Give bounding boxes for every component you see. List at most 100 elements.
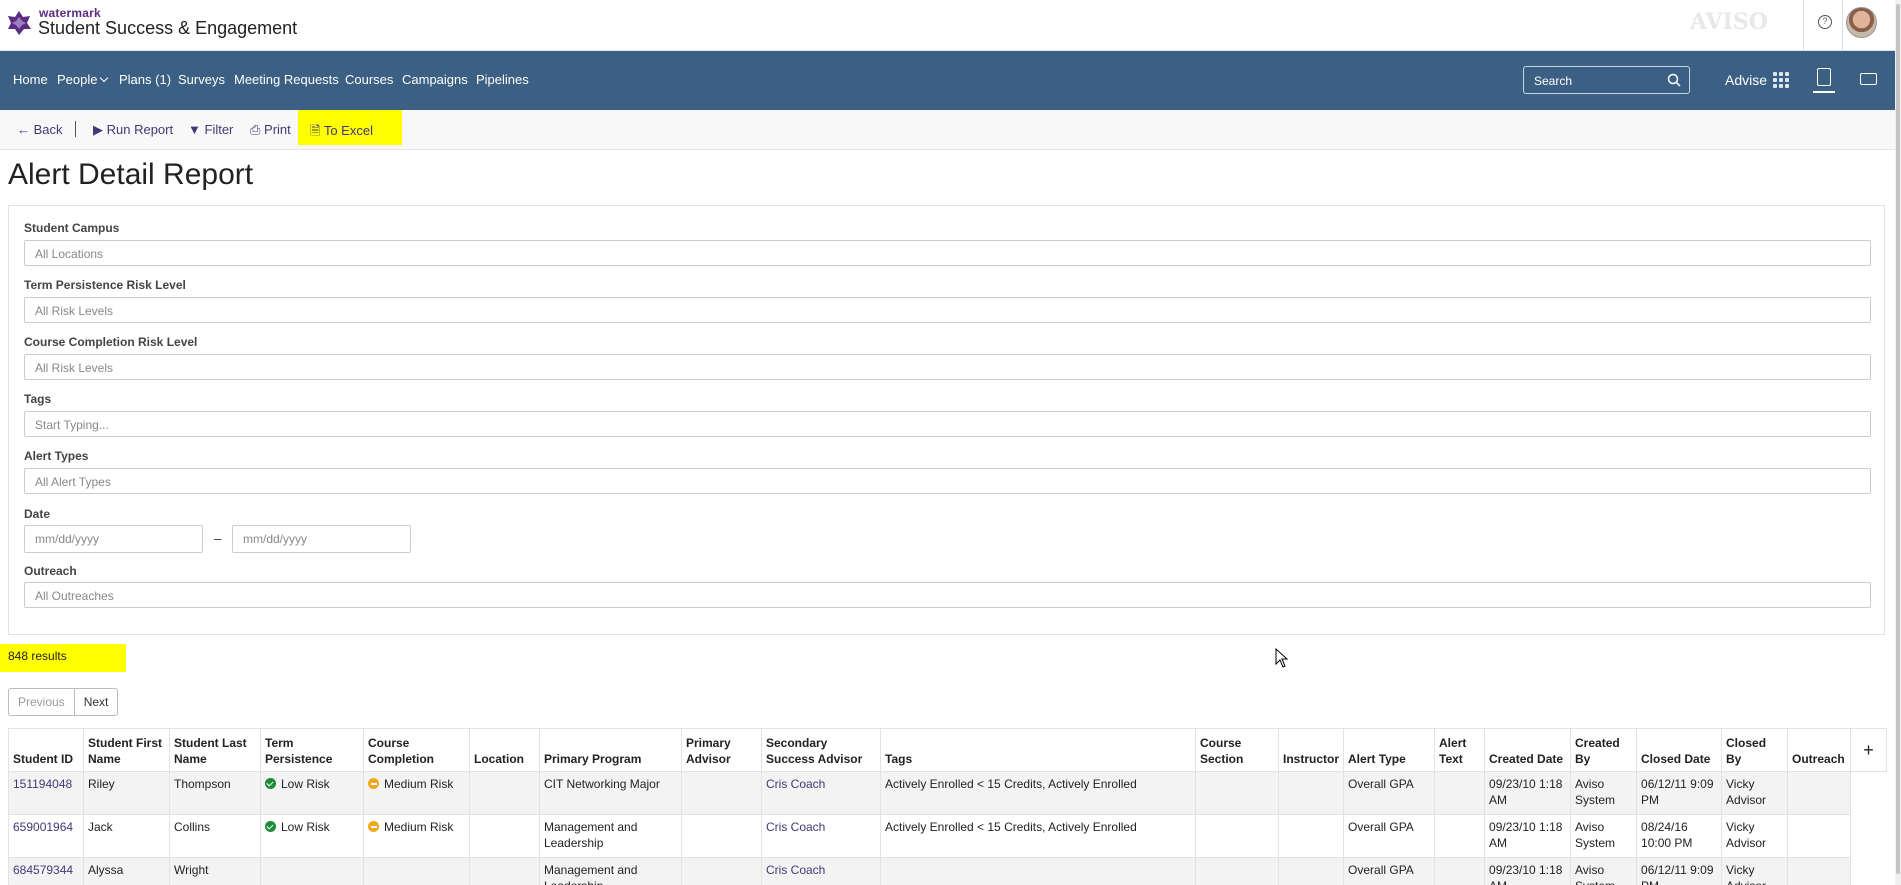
help-icon[interactable]: ? [1818, 15, 1832, 29]
add-column-button[interactable]: + [1850, 728, 1888, 772]
table-row: 684579344 Alyssa Wright Management and L… [8, 857, 1887, 885]
nav-plans[interactable]: Plans (1) [119, 72, 171, 87]
col-secondary-advisor[interactable]: Secondary Success Advisor [761, 728, 881, 772]
outreach-label: Outreach [24, 564, 77, 578]
course-risk-label: Course Completion Risk Level [24, 335, 198, 349]
avatar[interactable] [1846, 7, 1877, 38]
cell-course-section [1195, 814, 1279, 858]
col-first-name[interactable]: Student First Name [83, 728, 170, 772]
col-primary-program[interactable]: Primary Program [539, 728, 682, 772]
active-indicator [1813, 91, 1835, 93]
pagination: Previous Next [8, 688, 119, 716]
col-outreach[interactable]: Outreach [1787, 728, 1852, 772]
nav-pipelines[interactable]: Pipelines [476, 72, 529, 87]
filter-icon: ▼ [188, 122, 201, 137]
page-title: Alert Detail Report [8, 158, 254, 191]
secondary-advisor-link[interactable]: Cris Coach [761, 814, 881, 858]
cell-alert-text [1434, 814, 1486, 858]
cell-course-completion [363, 857, 470, 885]
report-icon[interactable] [1817, 68, 1831, 86]
cell-location [469, 857, 540, 885]
alert-types-placeholder: All Alert Types [35, 475, 111, 489]
back-button[interactable]: ← Back [17, 122, 63, 137]
previous-button[interactable]: Previous [8, 688, 75, 716]
table-row: 151194048 Riley Thompson Low Risk Medium… [8, 771, 1887, 815]
col-primary-advisor[interactable]: Primary Advisor [681, 728, 762, 772]
col-alert-type[interactable]: Alert Type [1343, 728, 1436, 772]
col-term-persistence[interactable]: Term Persistence [260, 728, 364, 772]
arrow-left-icon: ← [17, 122, 30, 137]
col-closed-by[interactable]: Closed By [1721, 728, 1789, 772]
secondary-advisor-link[interactable]: Cris Coach [761, 771, 881, 815]
cell-closed-date: 06/12/11 9:09 PM [1636, 857, 1723, 885]
tags-input[interactable]: Start Typing... [24, 411, 1871, 437]
outreach-select[interactable]: All Outreaches [24, 582, 1871, 608]
student-id-link[interactable]: 684579344 [8, 857, 84, 885]
date-to-input[interactable]: mm/dd/yyyy [232, 525, 411, 553]
cell-created-date: 09/23/10 1:18 AM [1484, 771, 1572, 815]
cell-instructor [1277, 857, 1345, 885]
nav-meeting-requests[interactable]: Meeting Requests [234, 72, 339, 87]
col-location[interactable]: Location [469, 728, 540, 772]
student-id-link[interactable]: 151194048 [8, 771, 84, 815]
col-alert-text[interactable]: Alert Text [1434, 728, 1486, 772]
cell-instructor [1277, 814, 1345, 858]
col-created-date[interactable]: Created Date [1484, 728, 1572, 772]
next-button[interactable]: Next [74, 688, 119, 716]
cell-tags: Actively Enrolled < 15 Credits, Actively… [880, 814, 1196, 858]
print-button[interactable]: ⎙ Print [250, 122, 291, 138]
course-risk-select[interactable]: All Risk Levels [24, 354, 1871, 380]
cell-primary-program: Management and Leadership [539, 857, 682, 885]
cell-created-by: Aviso System [1570, 857, 1638, 885]
cell-term-persistence [260, 857, 364, 885]
cell-term-persistence: Low Risk [260, 814, 364, 858]
student-campus-select[interactable]: All Locations [24, 240, 1871, 266]
advise-label[interactable]: Advise [1725, 72, 1767, 88]
search-label: Search [1534, 74, 1573, 88]
scrollbar-thumb[interactable] [1896, 4, 1900, 874]
cell-closed-date: 08/24/16 10:00 PM [1636, 814, 1723, 858]
divider [1803, 0, 1804, 51]
nav-courses[interactable]: Courses [345, 72, 393, 87]
print-icon: ⎙ [250, 122, 261, 137]
search-icon[interactable] [1667, 73, 1681, 87]
nav-people[interactable]: People [57, 72, 109, 87]
cell-instructor [1277, 771, 1345, 815]
run-report-button[interactable]: ▶ Run Report [93, 122, 173, 138]
col-last-name[interactable]: Student Last Name [169, 728, 261, 772]
course-risk-placeholder: All Risk Levels [35, 361, 114, 375]
col-course-completion[interactable]: Course Completion [363, 728, 470, 772]
col-course-section[interactable]: Course Section [1195, 728, 1279, 772]
medium-risk-icon [368, 778, 379, 789]
nav-campaigns[interactable]: Campaigns [402, 72, 468, 87]
app-grid-icon[interactable] [1773, 72, 1789, 88]
cell-created-by: Aviso System [1570, 814, 1638, 858]
nav-surveys[interactable]: Surveys [178, 72, 225, 87]
cell-first-name: Riley [83, 771, 170, 815]
alert-types-select[interactable]: All Alert Types [24, 468, 1871, 494]
to-excel-button[interactable]: 🗎 To Excel [310, 122, 373, 144]
col-tags[interactable]: Tags [880, 728, 1196, 772]
col-created-by[interactable]: Created By [1570, 728, 1638, 772]
filter-button[interactable]: ▼ Filter [188, 122, 233, 137]
brand-title[interactable]: Student Success & Engagement [38, 18, 297, 39]
col-closed-date[interactable]: Closed Date [1636, 728, 1723, 772]
nav-home[interactable]: Home [13, 72, 48, 87]
report-table: Student ID Student First Name Student La… [8, 728, 1888, 885]
term-risk-placeholder: All Risk Levels [35, 304, 114, 318]
alert-types-label: Alert Types [24, 449, 89, 463]
search-input[interactable]: Search [1523, 66, 1690, 94]
cell-location [469, 771, 540, 815]
col-student-id[interactable]: Student ID [8, 728, 84, 772]
student-id-link[interactable]: 659001964 [8, 814, 84, 858]
student-campus-placeholder: All Locations [35, 247, 104, 261]
play-icon: ▶ [93, 122, 103, 137]
cell-primary-advisor [681, 814, 762, 858]
cell-tags [880, 857, 1196, 885]
date-from-input[interactable]: mm/dd/yyyy [24, 525, 203, 553]
term-risk-select[interactable]: All Risk Levels [24, 297, 1871, 323]
cell-last-name: Thompson [169, 771, 261, 815]
secondary-advisor-link[interactable]: Cris Coach [761, 857, 881, 885]
col-instructor[interactable]: Instructor [1277, 728, 1345, 772]
inbox-icon[interactable] [1860, 73, 1877, 85]
